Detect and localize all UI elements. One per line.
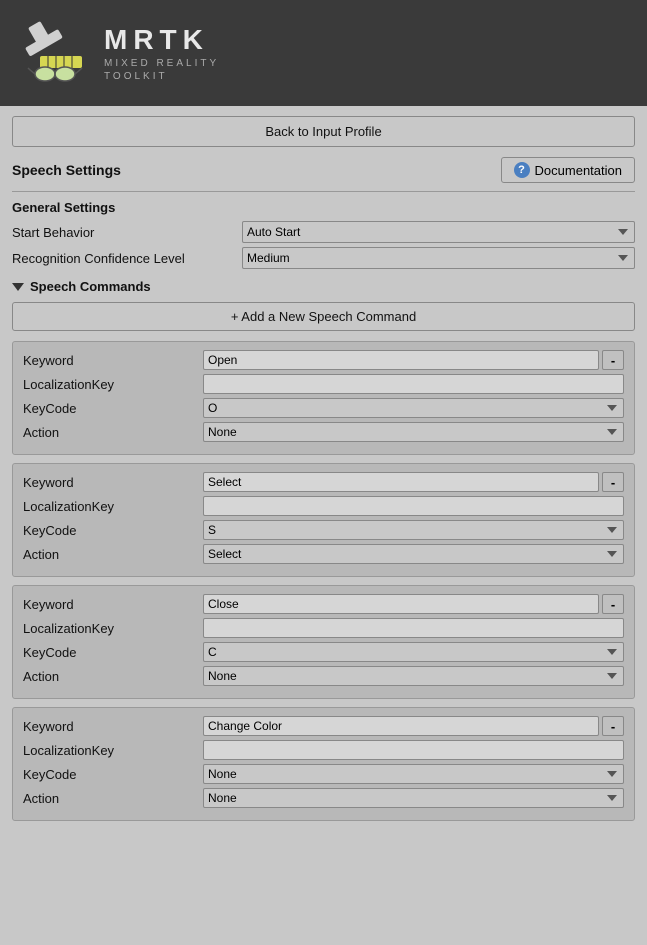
keyword-label-1: Keyword [23, 475, 203, 490]
command-card-2: Keyword - LocalizationKey KeyCode C Acti… [12, 585, 635, 699]
collapse-triangle-icon [12, 283, 24, 291]
localization-label-2: LocalizationKey [23, 621, 203, 636]
keyword-input-2[interactable] [203, 594, 599, 614]
keycode-row-0: KeyCode O [23, 398, 624, 418]
keycode-select-3[interactable]: None [203, 764, 624, 784]
keycode-row-1: KeyCode S [23, 520, 624, 540]
keycode-label-3: KeyCode [23, 767, 203, 782]
keycode-select-2[interactable]: C [203, 642, 624, 662]
action-label-2: Action [23, 669, 203, 684]
divider [12, 191, 635, 192]
action-select-1[interactable]: Select None [203, 544, 624, 564]
keyword-row-0: Keyword - [23, 350, 624, 370]
action-row-0: Action None [23, 422, 624, 442]
localization-row-0: LocalizationKey [23, 374, 624, 394]
action-label-0: Action [23, 425, 203, 440]
keyword-input-group-3: - [203, 716, 624, 736]
localization-input-2[interactable] [203, 618, 624, 638]
mrtk-logo-icon [20, 18, 90, 88]
keycode-select-1[interactable]: S [203, 520, 624, 540]
documentation-label: Documentation [535, 163, 622, 178]
action-row-1: Action Select None [23, 544, 624, 564]
keyword-row-1: Keyword - [23, 472, 624, 492]
documentation-icon: ? [514, 162, 530, 178]
documentation-button[interactable]: ? Documentation [501, 157, 635, 183]
action-row-3: Action None [23, 788, 624, 808]
localization-input-3[interactable] [203, 740, 624, 760]
action-select-3[interactable]: None [203, 788, 624, 808]
app-header: MRTK MIXED REALITY TOOLKIT [0, 0, 647, 106]
remove-button-1[interactable]: - [602, 472, 624, 492]
localization-label-1: LocalizationKey [23, 499, 203, 514]
start-behavior-select[interactable]: Auto Start Manual Start [242, 221, 635, 243]
keyword-input-0[interactable] [203, 350, 599, 370]
localization-row-1: LocalizationKey [23, 496, 624, 516]
keyword-row-2: Keyword - [23, 594, 624, 614]
action-select-2[interactable]: None [203, 666, 624, 686]
remove-button-3[interactable]: - [602, 716, 624, 736]
logo-container: MRTK MIXED REALITY TOOLKIT [20, 18, 219, 88]
remove-button-2[interactable]: - [602, 594, 624, 614]
keycode-row-3: KeyCode None [23, 764, 624, 784]
main-content: Back to Input Profile Speech Settings ? … [0, 106, 647, 839]
localization-label-0: LocalizationKey [23, 377, 203, 392]
general-settings-title: General Settings [12, 200, 635, 215]
localization-label-3: LocalizationKey [23, 743, 203, 758]
action-select-0[interactable]: None [203, 422, 624, 442]
back-to-input-profile-button[interactable]: Back to Input Profile [12, 116, 635, 147]
recognition-confidence-label: Recognition Confidence Level [12, 251, 242, 266]
keycode-label-0: KeyCode [23, 401, 203, 416]
keyword-label-3: Keyword [23, 719, 203, 734]
start-behavior-row: Start Behavior Auto Start Manual Start [12, 221, 635, 243]
keycode-label-2: KeyCode [23, 645, 203, 660]
action-label-3: Action [23, 791, 203, 806]
keyword-input-1[interactable] [203, 472, 599, 492]
command-card-0: Keyword - LocalizationKey KeyCode O Acti… [12, 341, 635, 455]
speech-commands-title: Speech Commands [30, 279, 151, 294]
logo-text: MRTK MIXED REALITY TOOLKIT [104, 24, 219, 82]
command-card-1: Keyword - LocalizationKey KeyCode S Acti… [12, 463, 635, 577]
keyword-label-0: Keyword [23, 353, 203, 368]
localization-input-0[interactable] [203, 374, 624, 394]
localization-row-2: LocalizationKey [23, 618, 624, 638]
keycode-select-0[interactable]: O [203, 398, 624, 418]
speech-settings-title: Speech Settings [12, 162, 121, 178]
recognition-confidence-row: Recognition Confidence Level Low Medium … [12, 247, 635, 269]
add-speech-command-button[interactable]: + Add a New Speech Command [12, 302, 635, 331]
start-behavior-label: Start Behavior [12, 225, 242, 240]
keyword-input-group-2: - [203, 594, 624, 614]
keyword-input-group-0: - [203, 350, 624, 370]
keyword-label-2: Keyword [23, 597, 203, 612]
command-card-3: Keyword - LocalizationKey KeyCode None A… [12, 707, 635, 821]
keyword-row-3: Keyword - [23, 716, 624, 736]
keyword-input-3[interactable] [203, 716, 599, 736]
logo-subtitle-line2: TOOLKIT [104, 71, 219, 82]
action-row-2: Action None [23, 666, 624, 686]
localization-input-1[interactable] [203, 496, 624, 516]
keycode-row-2: KeyCode C [23, 642, 624, 662]
remove-button-0[interactable]: - [602, 350, 624, 370]
speech-commands-header: Speech Commands [12, 279, 635, 294]
recognition-confidence-select[interactable]: Low Medium High [242, 247, 635, 269]
action-label-1: Action [23, 547, 203, 562]
keyword-input-group-1: - [203, 472, 624, 492]
title-row: Speech Settings ? Documentation [12, 157, 635, 183]
logo-subtitle-line1: MIXED REALITY [104, 58, 219, 69]
localization-row-3: LocalizationKey [23, 740, 624, 760]
logo-title: MRTK [104, 24, 219, 56]
keycode-label-1: KeyCode [23, 523, 203, 538]
